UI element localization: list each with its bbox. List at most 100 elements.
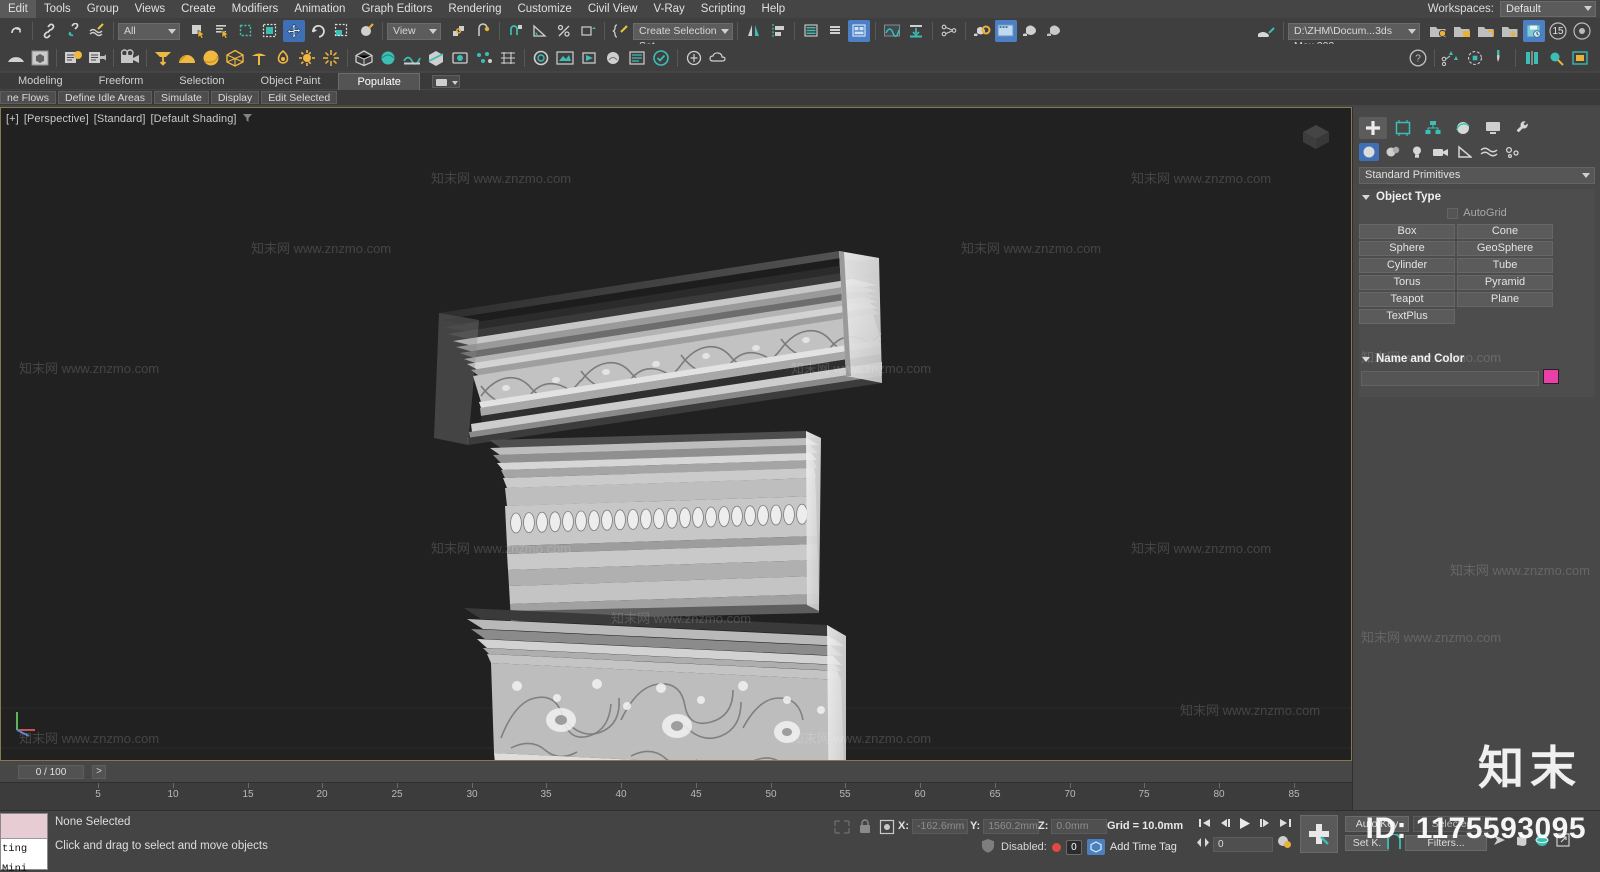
vray-enmesh-icon[interactable] <box>497 47 519 69</box>
render-setup-icon[interactable] <box>995 20 1017 42</box>
particle-flow-icon[interactable] <box>1440 47 1462 69</box>
curve-editor-icon[interactable] <box>881 20 903 42</box>
ribbon-tab-selection[interactable]: Selection <box>161 73 242 89</box>
vray-ies-light-icon[interactable] <box>248 47 270 69</box>
vray-decal-icon[interactable] <box>449 47 471 69</box>
select-and-link-icon[interactable] <box>38 20 60 42</box>
unlink-selection-icon[interactable] <box>62 20 84 42</box>
xref-project-icon[interactable] <box>1475 20 1497 42</box>
align-icon[interactable] <box>767 20 789 42</box>
scene-explorer-icon[interactable] <box>824 20 846 42</box>
vray-scatter-icon[interactable] <box>473 47 495 69</box>
isolate-selection-icon[interactable] <box>832 818 852 836</box>
vray-render-icon[interactable] <box>578 47 600 69</box>
vray-ambient-light-icon[interactable] <box>272 47 294 69</box>
modify-tab[interactable] <box>1389 117 1417 139</box>
select-and-scale-icon[interactable] <box>331 20 353 42</box>
cameras-icon[interactable] <box>1431 143 1451 161</box>
ribbon-btn-display[interactable]: Display <box>210 91 260 104</box>
coord-z-field[interactable]: 0.0mm <box>1051 818 1108 834</box>
vray-sphere-light-icon[interactable] <box>200 47 222 69</box>
angle-snap-toggle-icon[interactable] <box>529 20 551 42</box>
rectangular-selection-region-icon[interactable] <box>235 20 257 42</box>
name-and-color-header[interactable]: Name and Color <box>1359 351 1595 367</box>
vray-proxy-icon[interactable] <box>353 47 375 69</box>
vray-sun-icon[interactable] <box>296 47 318 69</box>
mini-listener-text[interactable]: ting Mini <box>1 839 47 872</box>
maxscript-mini-listener[interactable]: ting Mini <box>0 813 48 872</box>
motion-tab[interactable] <box>1449 117 1477 139</box>
create-torus-button[interactable]: Torus <box>1359 275 1455 290</box>
current-time-field[interactable]: 0 <box>1213 836 1273 852</box>
track-bar[interactable] <box>0 762 1352 782</box>
select-and-move-icon[interactable] <box>283 20 305 42</box>
ribbon-tab-freeform[interactable]: Freeform <box>81 73 162 89</box>
coordinate-x[interactable]: X: -162.6mm <box>898 818 980 834</box>
vray-checkmark-icon[interactable] <box>650 47 672 69</box>
menu-item-help[interactable]: Help <box>754 0 794 18</box>
autogrid-checkbox[interactable] <box>1447 207 1459 219</box>
display-tab[interactable] <box>1479 117 1507 139</box>
create-sphere-button[interactable]: Sphere <box>1359 241 1455 256</box>
create-pyramid-button[interactable]: Pyramid <box>1457 275 1553 290</box>
schematic-view-icon[interactable] <box>905 20 927 42</box>
mirror-axis-icon[interactable] <box>1521 47 1543 69</box>
previous-frame-icon[interactable] <box>1216 815 1234 831</box>
vray-collect-assets-icon[interactable] <box>683 47 705 69</box>
set-project-folder-icon[interactable] <box>1427 20 1449 42</box>
arc-rotate-icon[interactable] <box>5 47 27 69</box>
ribbon-tab-populate[interactable]: Populate <box>338 72 420 90</box>
open-file-icon[interactable] <box>1451 20 1473 42</box>
mini-listener-pink-field[interactable] <box>1 814 47 839</box>
vray-toon-icon[interactable] <box>530 47 552 69</box>
selection-filter-combo[interactable]: All <box>118 22 180 40</box>
ribbon-btn-define-idle-areas[interactable]: Define Idle Areas <box>58 91 152 104</box>
snaps-toggle-icon[interactable] <box>505 20 527 42</box>
project-folder-icon[interactable] <box>1256 20 1278 42</box>
create-tab[interactable] <box>1359 117 1387 139</box>
menu-item-tools[interactable]: Tools <box>36 0 79 18</box>
menu-item-group[interactable]: Group <box>79 0 127 18</box>
ribbon-btn-flows[interactable]: ne Flows <box>0 91 57 104</box>
help-question-icon[interactable]: ? <box>1407 47 1429 69</box>
camera-icon[interactable] <box>119 47 141 69</box>
vray-plane-light-icon[interactable] <box>152 47 174 69</box>
percent-snap-toggle-icon[interactable] <box>553 20 575 42</box>
material-editor-icon[interactable] <box>971 20 993 42</box>
create-box-button[interactable]: Box <box>1359 224 1455 239</box>
create-plane-button[interactable]: Plane <box>1457 292 1553 307</box>
rendered-frame-window-icon[interactable] <box>1019 20 1041 42</box>
project-path-combo[interactable]: D:\ZHM\Docum...3ds Max 202 <box>1288 22 1420 52</box>
transform-center-icon[interactable] <box>878 818 896 836</box>
render-production-icon[interactable] <box>1043 20 1065 42</box>
vray-dome-light-icon[interactable] <box>176 47 198 69</box>
workspace-select[interactable]: Default <box>1500 1 1596 17</box>
brush-paint-icon[interactable] <box>1488 47 1510 69</box>
create-geosphere-button[interactable]: GeoSphere <box>1457 241 1553 256</box>
reference-coordinate-system-combo[interactable]: View <box>387 22 441 40</box>
create-textplus-button[interactable]: TextPlus <box>1359 309 1455 324</box>
menu-item-edit[interactable]: Edit <box>0 0 36 18</box>
window-crossing-toggle-icon[interactable] <box>259 20 281 42</box>
coord-y-field[interactable]: 1560.2mm <box>983 818 1040 834</box>
menu-item-civil-view[interactable]: Civil View <box>580 0 646 18</box>
render-in-box-icon[interactable] <box>29 47 51 69</box>
menu-item-modifiers[interactable]: Modifiers <box>224 0 287 18</box>
play-icon[interactable] <box>1236 815 1254 831</box>
vray-displacement-icon[interactable] <box>401 47 423 69</box>
import-project-icon[interactable] <box>1499 20 1521 42</box>
object-name-field[interactable] <box>1361 371 1539 386</box>
utilities-tab[interactable] <box>1509 117 1537 139</box>
hierarchy-tab[interactable] <box>1419 117 1447 139</box>
menu-item-vray[interactable]: V-Ray <box>645 0 692 18</box>
menu-item-scripting[interactable]: Scripting <box>693 0 754 18</box>
go-to-start-icon[interactable] <box>1196 815 1214 831</box>
vray-cloud-icon[interactable] <box>707 47 729 69</box>
space-warps-icon[interactable] <box>1479 143 1499 161</box>
use-pivot-point-center-icon[interactable] <box>448 20 470 42</box>
time-arrows-icon[interactable] <box>1196 835 1210 853</box>
time-tag-icon[interactable] <box>1086 839 1105 855</box>
object-type-header[interactable]: Object Type <box>1359 189 1595 205</box>
create-cone-button[interactable]: Cone <box>1457 224 1553 239</box>
vray-frame-buffer-icon[interactable] <box>554 47 576 69</box>
